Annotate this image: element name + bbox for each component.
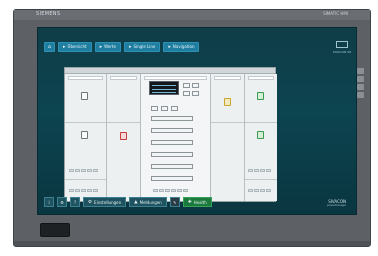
device-model-label: SIMATIC HMI xyxy=(323,11,348,16)
overview-icon: ▸ xyxy=(63,43,66,50)
cabinet-section-4[interactable] xyxy=(211,74,245,201)
alarms-button-label: Meldungen xyxy=(139,199,162,205)
center-button[interactable] xyxy=(161,106,168,111)
screen-caption: SIVACON S8 xyxy=(332,50,351,54)
section-divider xyxy=(245,122,277,123)
nav-button-label: Single Line xyxy=(133,44,156,49)
breaker-icon[interactable] xyxy=(81,131,88,139)
section-divider xyxy=(65,179,106,180)
section-divider xyxy=(211,122,244,123)
usb-port xyxy=(40,223,70,237)
switchgear-cabinet xyxy=(64,67,277,202)
center-bar-row[interactable] xyxy=(151,152,193,157)
bottom-toolbar: i ⚙ ? ⚙ Einstellungen ▲ Meldungen ✎ ✚ He… xyxy=(44,196,350,208)
indicator-3 xyxy=(357,84,364,90)
home-icon: ⌂ xyxy=(47,43,52,50)
nav-button-overview[interactable]: ▸ Übersicht xyxy=(58,41,92,52)
single-line-icon: ▸ xyxy=(128,43,132,50)
bezel-side-indicators xyxy=(357,68,364,100)
center-bar-row[interactable] xyxy=(151,176,193,181)
window-icon[interactable] xyxy=(336,41,348,48)
center-button[interactable] xyxy=(171,106,178,111)
section-divider xyxy=(245,179,277,180)
center-button[interactable] xyxy=(192,83,199,88)
center-button[interactable] xyxy=(192,91,199,96)
nav-button-label: Werte xyxy=(104,44,116,49)
center-button[interactable] xyxy=(183,91,190,96)
section-divider xyxy=(65,122,106,123)
hmi-device: SIEMENS SIMATIC HMI ⌂ ▸ Übersicht ▸ Wert… xyxy=(13,9,371,247)
nav-button-single-line[interactable]: ▸ Single Line xyxy=(123,41,161,52)
section-label xyxy=(248,76,274,80)
settings-icon: ⚙ xyxy=(88,199,93,205)
settings-button-label: Einstellungen xyxy=(94,199,122,205)
health-icon: ✚ xyxy=(187,199,192,205)
section-label xyxy=(68,76,103,80)
values-icon: ▸ xyxy=(99,43,103,50)
help-button[interactable]: ? xyxy=(70,197,80,207)
center-bar-row[interactable] xyxy=(151,128,193,133)
alarm-icon: ▲ xyxy=(134,199,138,205)
indicator-1 xyxy=(357,68,364,74)
slot-row xyxy=(69,169,98,172)
cabinet-section-5[interactable] xyxy=(245,74,277,201)
navigation-icon: ▸ xyxy=(168,43,171,50)
alarms-button[interactable]: ▲ Meldungen xyxy=(129,197,167,207)
section-divider xyxy=(107,122,140,123)
gear-button[interactable]: ⚙ xyxy=(57,197,67,207)
bottom-brand-subtitle: powermanager xyxy=(327,204,346,207)
cabinet-section-2[interactable] xyxy=(107,74,141,201)
nav-button-label: Navigation xyxy=(172,44,195,49)
cabinet-section-3[interactable] xyxy=(141,74,211,201)
slot-row xyxy=(69,189,98,192)
edit-icon[interactable]: ✎ xyxy=(169,197,180,207)
health-status-button[interactable]: ✚ Health xyxy=(182,197,212,207)
center-button[interactable] xyxy=(151,106,158,111)
center-bar-row[interactable] xyxy=(151,164,193,169)
bottom-brand: SIVACON powermanager xyxy=(327,199,346,207)
center-bar-row[interactable] xyxy=(151,140,193,145)
ok-breaker-icon[interactable] xyxy=(257,92,264,100)
ok-breaker-icon[interactable] xyxy=(257,131,264,139)
slot-row xyxy=(248,169,271,172)
indicator-2 xyxy=(357,76,364,82)
bezel-bottom-rim xyxy=(14,241,370,246)
slot-row xyxy=(153,189,188,192)
slot-row xyxy=(248,189,271,192)
brand-logo: SIEMENS xyxy=(36,11,61,17)
center-bar-row[interactable] xyxy=(151,116,193,121)
center-display-screen[interactable] xyxy=(149,81,179,95)
center-button[interactable] xyxy=(183,83,190,88)
health-status-label: Health xyxy=(193,199,207,205)
nav-button-values[interactable]: ▸ Werte xyxy=(94,41,121,52)
settings-button[interactable]: ⚙ Einstellungen xyxy=(83,197,127,207)
bezel-top-strip xyxy=(14,10,370,20)
cabinet-section-1[interactable] xyxy=(65,74,107,201)
section-label xyxy=(214,76,241,80)
nav-button-label: Übersicht xyxy=(67,44,87,49)
section-label xyxy=(110,76,137,80)
fault-breaker-icon[interactable] xyxy=(120,132,127,140)
home-button[interactable]: ⌂ xyxy=(44,41,55,52)
hmi-screen: ⌂ ▸ Übersicht ▸ Werte ▸ Single Line ▸ Na… xyxy=(37,27,357,215)
top-navigation-bar: ⌂ ▸ Übersicht ▸ Werte ▸ Single Line ▸ Na… xyxy=(44,41,350,52)
indicator-4 xyxy=(357,92,364,98)
section-label xyxy=(144,76,207,80)
warning-breaker-icon[interactable] xyxy=(224,98,231,106)
nav-button-navigation[interactable]: ▸ Navigation xyxy=(163,41,200,52)
breaker-icon[interactable] xyxy=(81,92,88,100)
info-button[interactable]: i xyxy=(44,197,54,207)
